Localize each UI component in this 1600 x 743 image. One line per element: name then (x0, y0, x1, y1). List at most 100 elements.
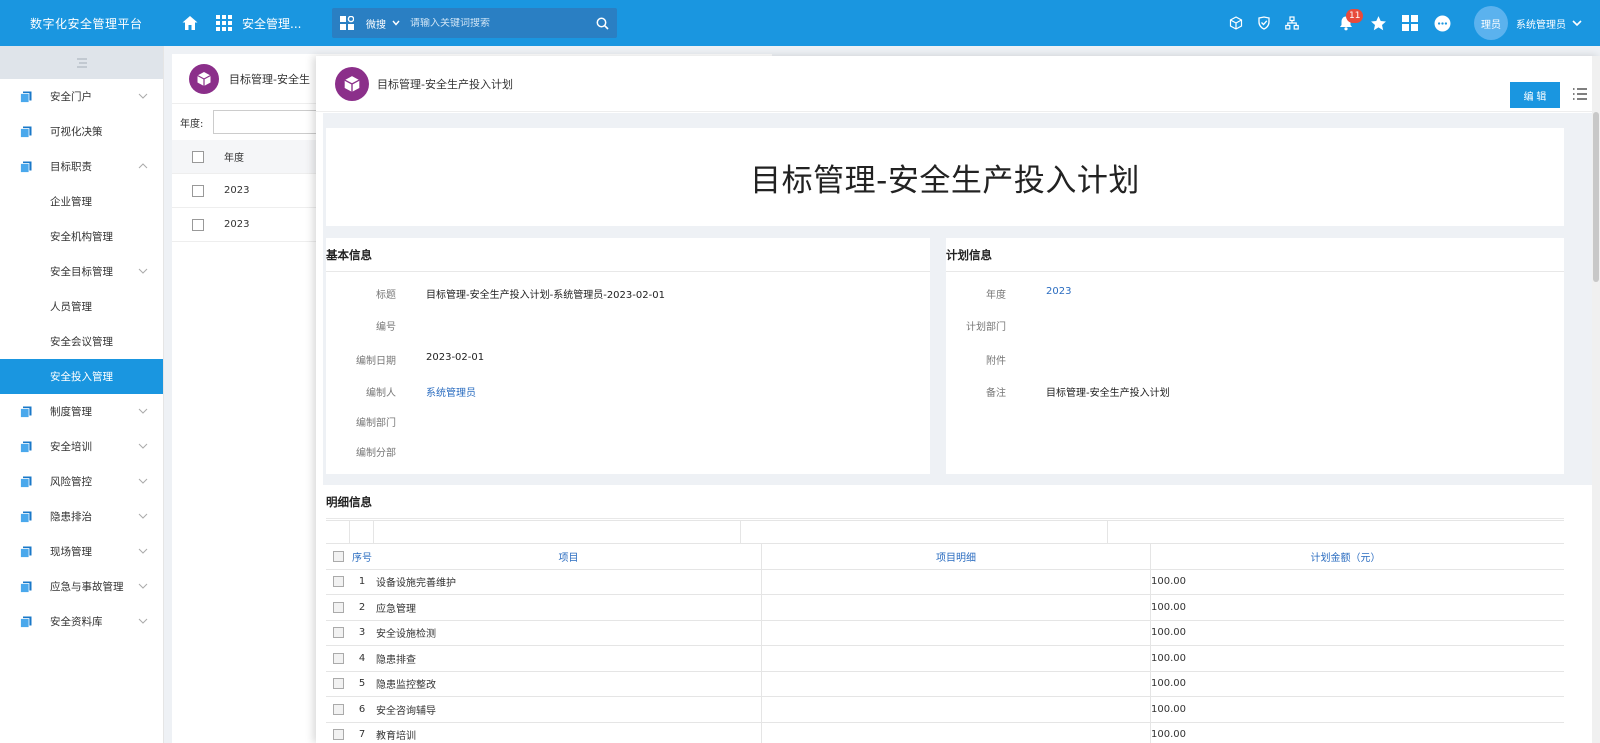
table-row[interactable]: 7 教育培训 100.00 (326, 722, 1564, 743)
sidebar-item[interactable]: 安全会议管理 (0, 324, 163, 359)
cell-amount: 100.00 (1151, 601, 1186, 613)
sidebar-item[interactable]: 目标职责 (0, 149, 163, 184)
cell-item: 隐患排查 (374, 646, 762, 671)
sidebar-item[interactable]: 安全资料库 (0, 604, 163, 639)
column-header-item: 项目 (374, 544, 762, 569)
cube-icon[interactable] (1222, 9, 1250, 37)
chevron-down-icon (138, 548, 148, 554)
field-value[interactable]: 系统管理员 (426, 384, 476, 399)
cell-detail (762, 671, 1151, 696)
row-checkbox[interactable] (332, 703, 344, 715)
column-header: 年度 (224, 153, 244, 164)
row-checkbox[interactable] (332, 678, 344, 690)
home-icon[interactable] (178, 11, 202, 35)
cell-amount: 100.00 (1151, 703, 1186, 715)
username-label[interactable]: 系统管理员 (1516, 16, 1566, 31)
folder-stack-icon (19, 475, 33, 489)
sidebar-item[interactable]: 安全门户 (0, 79, 163, 114)
sidebar-item-label: 企业管理 (50, 196, 92, 208)
chevron-down-icon (138, 268, 148, 274)
row-checkbox[interactable] (192, 218, 204, 231)
sidebar-item-label: 安全机构管理 (50, 231, 113, 243)
cell-year: 2023 (224, 185, 250, 196)
table-row[interactable]: 5 隐患监控整改 100.00 (326, 671, 1564, 697)
star-icon[interactable] (1364, 9, 1392, 37)
field-value: 2023-02-01 (426, 352, 485, 363)
sidebar-item[interactable]: 应急与事故管理 (0, 569, 163, 604)
row-checkbox[interactable] (332, 601, 344, 613)
cell-amount: 100.00 (1151, 652, 1186, 664)
basic-info-card: 基本信息 标题 目标管理-安全生产投入计划-系统管理员-2023-02-01 编号编… (326, 238, 930, 474)
field-label: 备注 (986, 388, 1006, 399)
search-icon[interactable] (587, 8, 617, 38)
plan-info-card: 计划信息 年度 2023 计划部门 附件 备注 目标管理-安全生产投入计划 (946, 238, 1564, 474)
cell-amount: 100.00 (1151, 576, 1186, 588)
table-row[interactable]: 1 设备设施完善维护 100.00 (326, 569, 1564, 595)
row-checkbox[interactable] (332, 652, 344, 664)
folder-stack-icon (19, 125, 33, 139)
cell-no: 7 (358, 729, 366, 741)
sidebar-item[interactable]: 风险管控 (0, 464, 163, 499)
folder-stack-icon (19, 440, 33, 454)
scrollbar-thumb[interactable] (1593, 112, 1599, 282)
sidebar-item[interactable]: 安全机构管理 (0, 219, 163, 254)
search-scope-label: 微搜 (366, 19, 386, 31)
field-value[interactable]: 2023 (1046, 286, 1071, 297)
sidebar-item-label: 制度管理 (50, 406, 92, 418)
field-value: 目标管理-安全生产投入计划-系统管理员-2023-02-01 (426, 290, 665, 301)
sidebar-item-label: 安全投入管理 (50, 371, 113, 383)
filter-year-label: 年度: (180, 118, 204, 130)
detail-scrollbar[interactable] (1592, 56, 1600, 743)
sidebar-item[interactable]: 安全培训 (0, 429, 163, 464)
menu-lines-icon (76, 58, 87, 67)
chat-icon[interactable] (1428, 9, 1456, 37)
detail-header-title: 目标管理-安全生产投入计划 (377, 77, 513, 91)
column-header-no: 序号 (352, 552, 372, 564)
search-type-icon[interactable] (332, 8, 362, 38)
sidebar-item[interactable]: 隐患排治 (0, 499, 163, 534)
search-scope-select[interactable]: 微搜 (362, 16, 402, 31)
list-page-title: 目标管理-安全生 (229, 72, 310, 86)
sidebar-item-label: 目标职责 (50, 161, 92, 173)
apps-grid-icon[interactable] (214, 13, 234, 33)
edit-button[interactable]: 编 辑 (1510, 82, 1560, 108)
row-checkbox[interactable] (332, 576, 344, 588)
dashboard-icon[interactable] (1396, 9, 1424, 37)
basic-info-title: 基本信息 (326, 238, 930, 272)
sidebar-item[interactable]: 安全投入管理 (0, 359, 163, 394)
sidebar-collapse-toggle[interactable] (0, 46, 163, 79)
sidebar-item[interactable]: 现场管理 (0, 534, 163, 569)
sidebar-menu: 安全门户 可视化决策 目标职责 企业管理 安全机构管理 安全目标管理 人员管理 安全会议管理安… (0, 79, 163, 639)
bell-icon[interactable]: 11 (1332, 9, 1364, 37)
cell-year: 2023 (224, 219, 250, 230)
table-row[interactable]: 2 应急管理 100.00 (326, 595, 1564, 621)
folder-stack-icon (19, 90, 33, 104)
chevron-down-icon (138, 583, 148, 589)
table-row[interactable]: 6 安全咨询辅导 100.00 (326, 697, 1564, 723)
user-menu-chevron-down-icon[interactable] (1572, 19, 1586, 27)
list-menu-icon[interactable] (1572, 87, 1588, 103)
search-input[interactable] (402, 17, 587, 29)
shield-icon[interactable] (1250, 9, 1278, 37)
org-tree-icon[interactable] (1278, 9, 1306, 37)
sidebar-item[interactable]: 安全目标管理 (0, 254, 163, 289)
row-checkbox[interactable] (192, 184, 204, 197)
sidebar-item[interactable]: 企业管理 (0, 184, 163, 219)
current-app-title[interactable]: 安全管理... (242, 15, 320, 32)
cell-detail (762, 646, 1151, 671)
select-all-checkbox[interactable] (332, 550, 344, 562)
sidebar-item[interactable]: 可视化决策 (0, 114, 163, 149)
sidebar-item[interactable]: 人员管理 (0, 289, 163, 324)
table-row[interactable]: 4 隐患排查 100.00 (326, 646, 1564, 672)
detail-panel: 目标管理-安全生产投入计划 编 辑 目标管理-安全生产投入计划 基本信息 标题目… (316, 56, 1600, 743)
table-row[interactable]: 3 安全设施检测 100.00 (326, 620, 1564, 646)
folder-stack-icon (19, 615, 33, 629)
row-checkbox[interactable] (332, 729, 344, 741)
row-checkbox[interactable] (332, 627, 344, 639)
select-all-checkbox[interactable] (192, 150, 204, 163)
cell-amount: 100.00 (1151, 729, 1186, 741)
cell-detail (762, 595, 1151, 620)
detail-body: 目标管理-安全生产投入计划 基本信息 标题 目标管理-安全生产投入计划-系统管理员… (323, 113, 1592, 743)
sidebar-item[interactable]: 制度管理 (0, 394, 163, 429)
avatar[interactable]: 理员 (1474, 6, 1508, 40)
